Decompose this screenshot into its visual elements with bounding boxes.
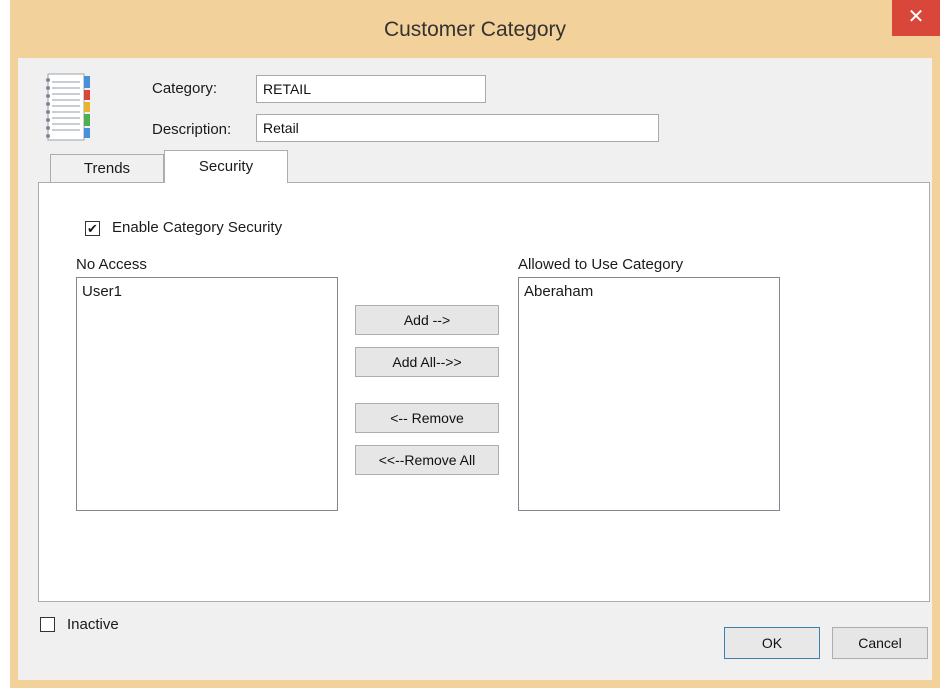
remove-all-button[interactable]: <<--Remove All bbox=[355, 445, 499, 475]
notebook-icon bbox=[46, 73, 90, 141]
dialog-body: Category: Description: Trends Security ✔… bbox=[18, 58, 932, 680]
tab-security[interactable]: Security bbox=[164, 150, 288, 183]
add-button[interactable]: Add --> bbox=[355, 305, 499, 335]
tab-trends-label: Trends bbox=[83, 160, 131, 177]
allowed-label: Allowed to Use Category bbox=[518, 256, 684, 273]
security-tab-panel: ✔ Enable Category Security No Access Use… bbox=[38, 182, 930, 602]
checkmark-icon: ✔ bbox=[87, 221, 98, 236]
tab-security-label: Security bbox=[198, 158, 254, 175]
inactive-checkbox[interactable] bbox=[40, 617, 55, 632]
customer-category-window: Customer Category ✕ Category: RETAIL Des… bbox=[10, 0, 940, 688]
enable-security-label: Enable Category Security bbox=[112, 219, 283, 236]
ok-button[interactable]: OK bbox=[724, 627, 820, 659]
remove-button[interactable]: <-- Remove bbox=[355, 403, 499, 433]
cancel-button[interactable]: Cancel bbox=[832, 627, 928, 659]
close-icon: ✕ bbox=[907, 6, 925, 28]
enable-security-checkbox[interactable]: ✔ bbox=[85, 221, 100, 236]
description-input[interactable] bbox=[256, 114, 659, 142]
title-bar[interactable]: Customer Category ✕ bbox=[10, 0, 940, 58]
allowed-listbox[interactable]: Aberaham bbox=[518, 277, 780, 511]
window-title: Customer Category bbox=[383, 18, 567, 41]
inactive-label: Inactive bbox=[67, 616, 119, 633]
add-all-button[interactable]: Add All-->> bbox=[355, 347, 499, 377]
description-label: Description: bbox=[152, 121, 232, 138]
list-item[interactable]: Aberaham bbox=[524, 282, 774, 302]
tab-trends[interactable]: Trends bbox=[50, 154, 164, 182]
close-button[interactable]: ✕ bbox=[892, 0, 940, 36]
category-label: Category: bbox=[152, 80, 218, 97]
category-input[interactable] bbox=[256, 75, 486, 103]
no-access-listbox[interactable]: User1 bbox=[76, 277, 338, 511]
no-access-label: No Access bbox=[76, 256, 147, 273]
list-item[interactable]: User1 bbox=[82, 282, 332, 302]
